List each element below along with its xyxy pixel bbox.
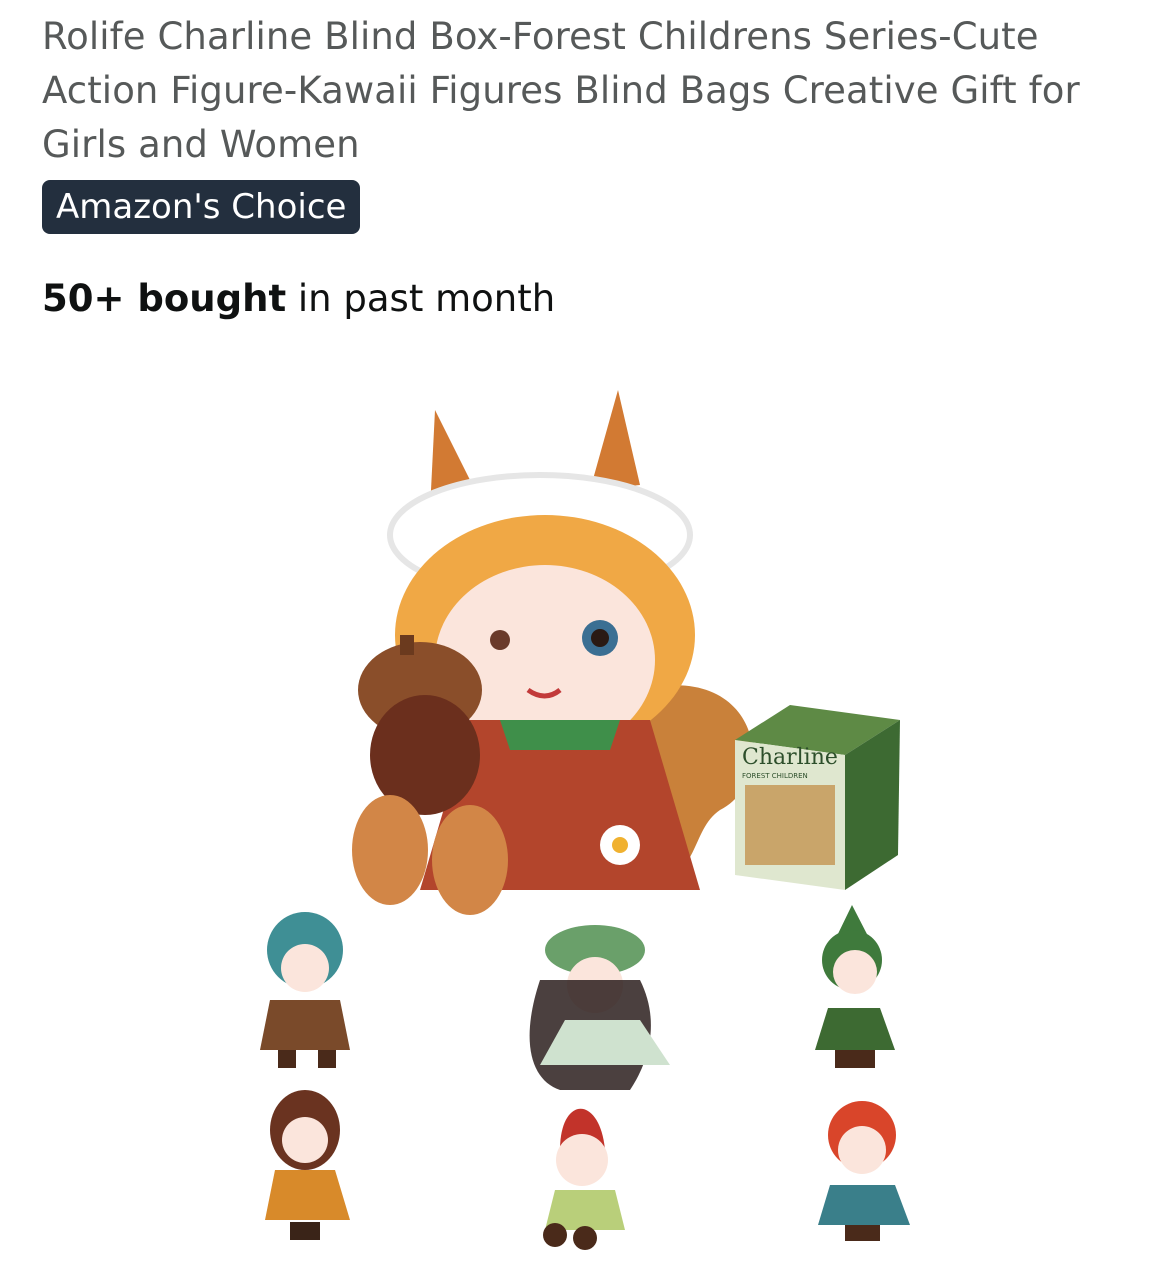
product-image[interactable]: Charline FOREST CHILDREN xyxy=(0,360,1170,1286)
amazons-choice-badge[interactable]: Amazon's Choice xyxy=(42,180,361,234)
figure-mushroom-hat xyxy=(543,1108,625,1250)
bought-suffix: in past month xyxy=(286,277,556,320)
product-title: Rolife Charline Blind Box-Forest Childre… xyxy=(42,15,1080,166)
product-image-illustration: Charline FOREST CHILDREN xyxy=(260,390,910,1250)
bought-count: 50+ bought xyxy=(42,277,287,320)
blind-box-brand: Charline xyxy=(742,745,838,770)
figure-leaf-dress xyxy=(265,1090,350,1240)
figure-tree-hat xyxy=(815,905,895,1068)
bought-in-past-month: 50+ bought in past month xyxy=(42,274,555,324)
blind-box: Charline FOREST CHILDREN xyxy=(735,705,900,890)
figure-red-hair xyxy=(818,1101,910,1241)
figure-bear-hood xyxy=(260,912,350,1068)
main-figure xyxy=(352,390,753,915)
blind-box-subtitle: FOREST CHILDREN xyxy=(742,772,808,780)
figure-long-hair xyxy=(529,925,670,1090)
